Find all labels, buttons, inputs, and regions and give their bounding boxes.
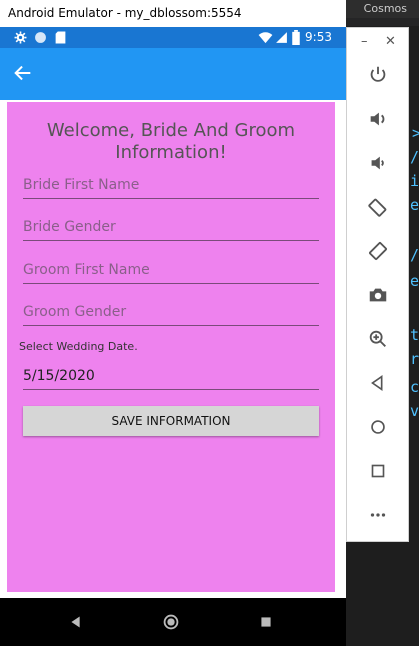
volume-down-button[interactable]: [347, 146, 408, 180]
code-fragment: e: [410, 196, 419, 214]
circle-status-icon: [35, 32, 46, 43]
settings-icon: [14, 31, 27, 44]
ide-tab-strip: [346, 18, 419, 26]
device-screen: 9:53 Welcome, Bride And Groom Informatio…: [0, 27, 346, 646]
code-fragment: t: [410, 326, 419, 344]
page-content: Welcome, Bride And Groom Information! Se…: [0, 100, 346, 598]
groom-first-name-field: [23, 259, 319, 284]
code-fragment: >: [412, 124, 419, 142]
overview-button[interactable]: [347, 454, 408, 488]
volume-down-icon: [371, 156, 384, 170]
groom-gender-field: [23, 301, 319, 326]
power-button[interactable]: [347, 58, 408, 92]
overview-icon: [371, 464, 384, 478]
code-fragment: c: [410, 378, 419, 396]
back-button[interactable]: [347, 366, 408, 400]
close-button[interactable]: ✕: [385, 34, 396, 49]
nav-back-icon[interactable]: [65, 611, 87, 633]
back-icon: [370, 374, 382, 392]
battery-icon: [292, 30, 300, 45]
code-fragment: v: [410, 402, 419, 420]
home-button[interactable]: [347, 410, 408, 444]
code-fragment: /: [410, 148, 419, 166]
nav-overview-icon[interactable]: [255, 611, 277, 633]
rotate-right-icon: [368, 242, 387, 260]
arrow-left-icon[interactable]: [12, 62, 34, 84]
code-fragment: i: [410, 172, 419, 190]
groom-first-name-input[interactable]: [23, 259, 319, 281]
code-fragment: r: [410, 350, 419, 368]
nav-home-icon[interactable]: [160, 611, 182, 633]
minimize-button[interactable]: –: [361, 34, 368, 49]
app-bar: [0, 48, 346, 100]
more-icon: [370, 513, 385, 517]
rotate-left-button[interactable]: [347, 190, 408, 224]
zoom-button[interactable]: [347, 322, 408, 356]
page-title: Welcome, Bride And Groom Information!: [46, 120, 296, 163]
emulator-toolbar: – ✕: [346, 27, 409, 542]
window-title: Android Emulator - my_dblossom:5554: [0, 0, 346, 27]
bride-first-name-input[interactable]: [23, 174, 319, 196]
more-button[interactable]: [347, 498, 408, 532]
form-card: Welcome, Bride And Groom Information! Se…: [7, 102, 335, 592]
rotate-left-icon: [367, 198, 386, 217]
ide-tab[interactable]: Cosmos: [346, 0, 419, 18]
code-fragment: /: [410, 246, 419, 264]
status-bar: 9:53: [0, 27, 346, 48]
bride-first-name-field: [23, 174, 319, 199]
zoom-icon: [369, 330, 386, 347]
wedding-date-picker[interactable]: [23, 365, 319, 387]
rotate-right-button[interactable]: [347, 234, 408, 268]
code-fragment: e: [410, 272, 419, 290]
signal-icon: [276, 32, 287, 43]
wedding-date-field: [23, 365, 319, 390]
power-icon: [370, 66, 385, 82]
date-label: Select Wedding Date.: [19, 340, 138, 353]
sd-card-icon: [55, 31, 66, 44]
navigation-bar: [0, 598, 346, 646]
wifi-icon: [258, 32, 273, 44]
home-icon: [370, 420, 385, 434]
bride-gender-field: [23, 216, 319, 241]
groom-gender-input[interactable]: [23, 301, 319, 323]
screenshot-button[interactable]: [347, 278, 408, 312]
camera-icon: [369, 288, 386, 302]
volume-up-button[interactable]: [347, 102, 408, 136]
bride-gender-input[interactable]: [23, 216, 319, 238]
volume-up-icon: [370, 112, 384, 126]
clock: 9:53: [305, 30, 332, 44]
save-information-button[interactable]: SAVE INFORMATION: [23, 406, 319, 436]
